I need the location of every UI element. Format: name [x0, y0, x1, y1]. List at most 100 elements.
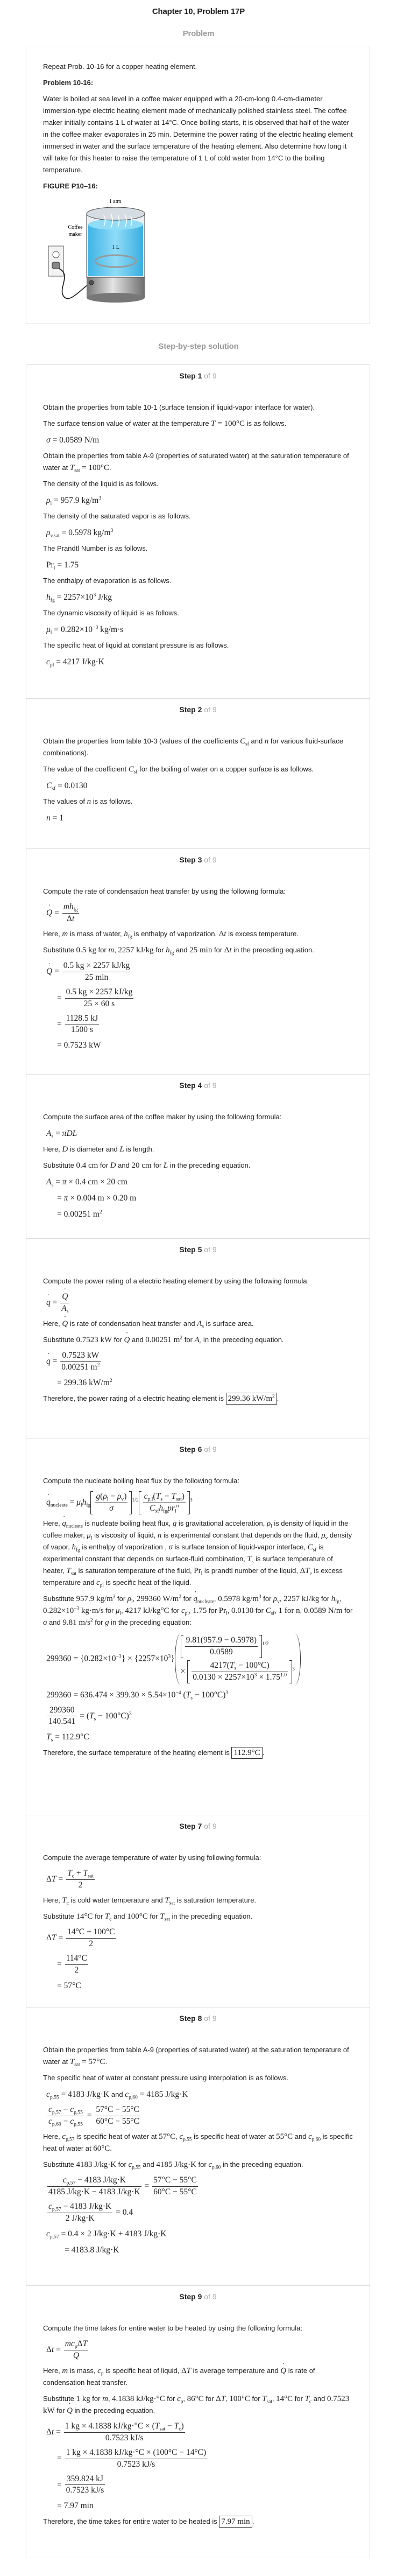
- text-run: c: [208, 2160, 212, 2169]
- inline-math: Tc: [304, 2394, 311, 2404]
- text-run: ,: [183, 2394, 187, 2403]
- subscript: fg: [163, 1508, 167, 1514]
- math-variable: T: [70, 464, 74, 472]
- figure-label: FIGURE P10–16:: [43, 182, 98, 190]
- paragraph: Obtain the properties from table A-9 (pr…: [43, 450, 353, 474]
- text-run: T: [51, 1874, 56, 1884]
- text-run: = 0.7523 kW: [57, 1041, 101, 1050]
- text-run: Obtain the properties from table 10-3 (v…: [43, 737, 240, 745]
- inline-math: 1 for n: [279, 1606, 300, 1615]
- bracket-group: g(ρl − ρv) σ: [90, 1491, 132, 1514]
- inline-math: m: [62, 2367, 68, 2375]
- text-run: c: [46, 657, 50, 666]
- paragraph: The specific heat of liquid at constant …: [43, 640, 353, 651]
- paragraph: Compute the nucleate boiling heat flux b…: [43, 1475, 353, 1487]
- step-count: of 9: [204, 2292, 217, 2301]
- paragraph: The density of the saturated vapor is as…: [43, 510, 353, 522]
- inline-math: Q: [124, 1330, 130, 1344]
- inline-math: ΔT: [181, 2367, 191, 2375]
- text-run: T: [304, 2394, 309, 2403]
- text-run: Δ: [216, 2394, 221, 2403]
- fraction: 0.7523 kW 0.00251 m2: [60, 1350, 101, 1373]
- text-run: 3: [110, 528, 114, 534]
- math-variable: pr: [167, 1504, 175, 1513]
- text-run: T: [186, 2366, 192, 2375]
- math-variable: t: [72, 914, 74, 923]
- paragraph: Obtain the properties from table A-9 (pr…: [43, 2044, 353, 2068]
- math-variable: D: [110, 1161, 116, 1170]
- fraction: 0.5 kg × 2257 kJ/kg 25 × 60 s: [65, 987, 134, 1010]
- text-run: v,sat: [50, 532, 60, 539]
- inline-math: hfg: [72, 1543, 80, 1553]
- inline-math: Csf: [129, 765, 138, 775]
- step-count: of 9: [204, 2014, 217, 2023]
- step-heading: Step 1 of 9: [43, 371, 353, 382]
- paragraph: The density of the liquid is as follows.: [43, 478, 353, 490]
- text-run: 25 min: [84, 972, 109, 982]
- text-run: The dynamic viscosity of liquid is as fo…: [43, 609, 179, 617]
- text-run: Δ: [46, 1874, 52, 1884]
- text-run: h: [46, 593, 51, 602]
- superscript: n: [176, 1503, 179, 1509]
- text-run: − 4183 J/kg·K: [75, 2175, 126, 2185]
- inline-math: Tsat = 57°C: [70, 2058, 105, 2067]
- text-run: Therefore, the power rating of a electri…: [43, 1394, 226, 1402]
- text-run: T: [174, 2421, 179, 2431]
- text-run: Obtain the properties from table 10-1 (s…: [43, 403, 315, 411]
- text-run: = 1: [50, 813, 63, 823]
- inline-math: Q: [62, 1314, 68, 1328]
- text-run: fg: [163, 1508, 168, 1514]
- numerator: 9.81(957.9 − 0.5978): [185, 1635, 258, 1647]
- equation: As = πDL: [43, 1127, 353, 1140]
- text-run: is excess temperature.: [226, 929, 299, 938]
- text-run: and: [130, 1335, 146, 1344]
- math-variable: T: [262, 2395, 266, 2403]
- text-run: and: [311, 2394, 327, 2403]
- text-run: L: [163, 1161, 168, 1170]
- paragraph: Therefore, the time takes for entire wat…: [43, 2516, 353, 2528]
- text-run: p,55: [74, 2121, 83, 2128]
- text-run: sat: [169, 1900, 175, 1906]
- text-run: c: [96, 1578, 100, 1587]
- subscript: p,57: [66, 2137, 74, 2142]
- equation: = 1128.5 kJ 1500 s: [43, 1013, 353, 1036]
- wall-outlet: [48, 245, 64, 277]
- text-run: Compute the surface area of the coffee m…: [43, 1113, 282, 1121]
- math-variable: m: [62, 2367, 68, 2375]
- math-variable: m: [62, 930, 68, 938]
- text-run: c: [46, 2090, 50, 2099]
- math-variable: h: [159, 1504, 163, 1513]
- text-run: −: [108, 1492, 117, 1501]
- text-run: 1/2: [262, 1641, 269, 1647]
- math-variable: c: [48, 2105, 52, 2114]
- text-run: for: [112, 1335, 124, 1344]
- text-run: ): [124, 1492, 127, 1501]
- text-run: Pr: [46, 560, 54, 570]
- text-run: σ: [168, 1542, 173, 1552]
- text-run: −: [162, 1492, 172, 1501]
- text-run: = 0.4: [114, 2207, 133, 2217]
- subscript: fg: [86, 1502, 90, 1508]
- superscript: 3: [292, 1666, 295, 1672]
- text-run: Here,: [43, 2366, 62, 2375]
- step-4: Step 4 of 9 Compute the surface area of t…: [26, 1074, 370, 1238]
- math-variable: T: [105, 1912, 109, 1921]
- numerator: cp,57 − 4183 J/kg·K: [47, 2175, 141, 2187]
- equation: cpl = 4217 J/kg·K: [43, 656, 353, 669]
- text-run: −3: [93, 624, 98, 631]
- math-variable: n: [46, 813, 51, 823]
- fraction: 299360 140.541: [47, 1705, 77, 1728]
- text-run: fg: [127, 934, 132, 940]
- step-count: of 9: [204, 1445, 217, 1454]
- text-run: 1 for n: [278, 1606, 300, 1615]
- text-run: = (: [77, 1711, 90, 1721]
- math-variable: T: [171, 1492, 176, 1501]
- subscript: sat: [169, 1900, 175, 1906]
- math-variable: T: [247, 1555, 251, 1563]
- text-run: L: [119, 1145, 124, 1154]
- text-run: = 4185 J/kg·K: [137, 2090, 188, 2099]
- superscript: 2: [97, 1362, 100, 1368]
- text-run: Therefore, the surface temperature of th…: [43, 1749, 232, 1757]
- text-run: and: [116, 1161, 132, 1169]
- step-label: Step 3: [179, 855, 202, 864]
